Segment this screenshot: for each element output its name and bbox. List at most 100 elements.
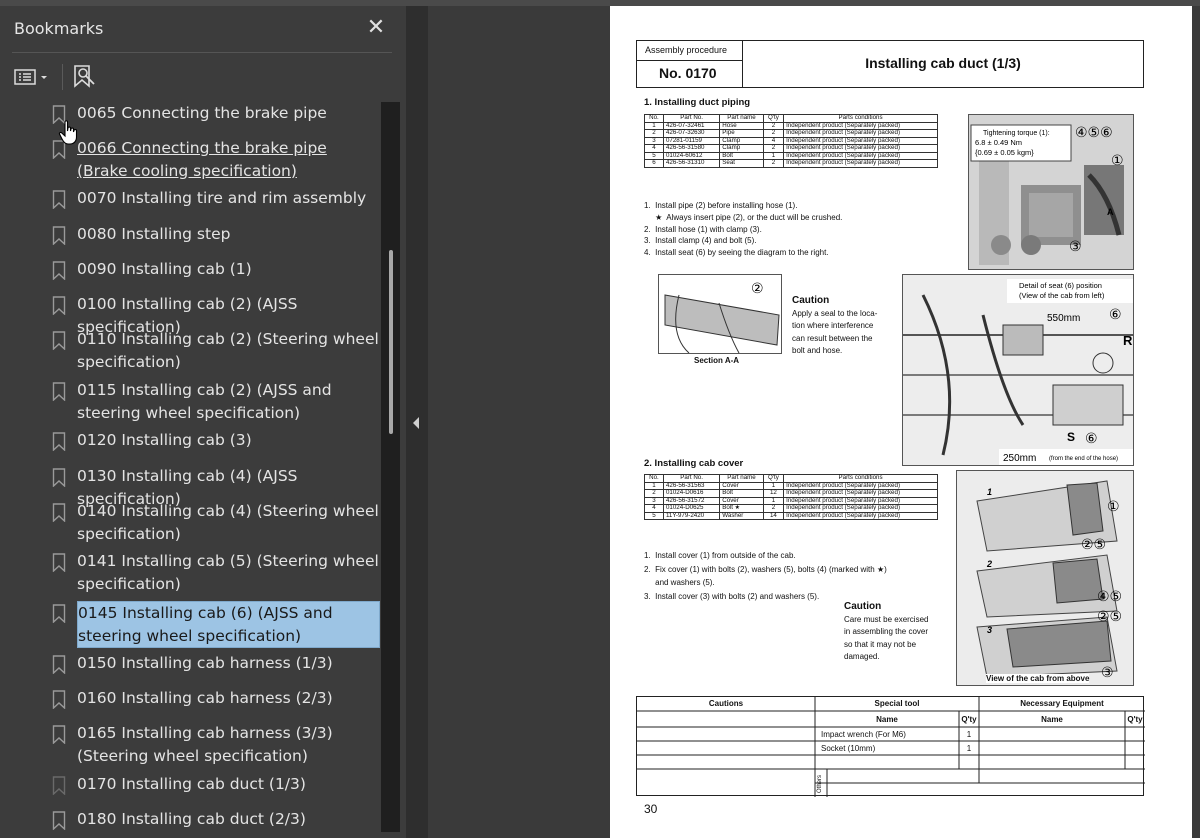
step-line: 2. Install hose (1) with clamp (3). bbox=[644, 224, 762, 234]
table-cell: Independent product (Separately packed) bbox=[783, 129, 938, 138]
table-header-cell: Part No. bbox=[662, 474, 721, 483]
callout-3: ③ bbox=[1101, 665, 1114, 681]
table-cell: Independent product (Separately packed) bbox=[783, 504, 938, 513]
bookmark-item[interactable]: 0180 Installing cab duct (2/3) bbox=[46, 808, 380, 831]
tools-table-grid bbox=[637, 697, 1145, 797]
bookmark-item-selected[interactable]: 0145 Installing cab (6) (AJSS and steeri… bbox=[46, 601, 380, 648]
table-cell: 14 bbox=[762, 511, 785, 520]
callout-456: ④⑤⑥ bbox=[1075, 125, 1113, 141]
table-header-cell: Q'ty bbox=[762, 114, 785, 123]
bookmark-label: 0090 Installing cab (1) bbox=[77, 260, 252, 278]
duct-piping-photo: Tightening torque (1): 6.8 ± 0.49 Nm {0.… bbox=[968, 114, 1134, 270]
bookmark-label: 0066 Connecting the brake pipe (Brake co… bbox=[77, 139, 327, 180]
caution-line: Apply a seal to the loca- bbox=[792, 308, 878, 318]
seat-position-figure: Detail of seat (6) position (View of the… bbox=[902, 274, 1134, 466]
caution-title: Caution bbox=[792, 295, 830, 306]
bookmark-item[interactable]: 0165 Installing cab harness (3/3) (Steer… bbox=[46, 722, 380, 767]
document-scrollbar[interactable] bbox=[1192, 6, 1200, 838]
bookmark-item[interactable]: 0115 Installing cab (2) (AJSS and steeri… bbox=[46, 379, 380, 424]
caution-line: damaged. bbox=[844, 652, 880, 661]
bookmark-icon bbox=[52, 190, 66, 209]
callout-6b: ⑥ bbox=[1085, 431, 1098, 447]
close-icon[interactable]: ✕ bbox=[366, 14, 386, 39]
options-menu-button[interactable] bbox=[14, 62, 58, 92]
procedure-number: No. 0170 bbox=[637, 61, 743, 87]
table-cell: Bolt ★ bbox=[719, 504, 764, 513]
table-header-row: No. Part No. Part name Q'ty Parts conditions bbox=[644, 114, 938, 123]
table-cell: 2 bbox=[762, 144, 785, 153]
callout-r: R bbox=[1123, 333, 1133, 348]
bookmark-item[interactable]: 0140 Installing cab (4) (Steering wheel … bbox=[46, 500, 380, 545]
bookmark-item[interactable]: 0065 Connecting the brake pipe bbox=[46, 102, 380, 125]
bookmark-scrollbar-thumb[interactable] bbox=[389, 250, 393, 434]
callout-1: ① bbox=[1107, 499, 1120, 515]
step-line: and washers (5). bbox=[644, 578, 715, 587]
bookmark-label: 0140 Installing cab (4) (Steering wheel … bbox=[77, 502, 379, 543]
caution-line: can result between the bbox=[792, 333, 873, 343]
table-header-cell: No. bbox=[644, 114, 664, 123]
bookmark-label: 0165 Installing cab harness (3/3) (Steer… bbox=[77, 724, 333, 765]
step-line: 1. Install pipe (2) before installing ho… bbox=[644, 201, 798, 210]
document-page: Assembly procedure No. 0170 Installing c… bbox=[610, 6, 1192, 838]
bookmark-item[interactable]: 0066 Connecting the brake pipe (Brake co… bbox=[46, 137, 380, 182]
bookmark-item[interactable]: 0150 Installing cab harness (1/3) bbox=[46, 652, 380, 675]
callout-6: ⑥ bbox=[1109, 307, 1122, 323]
bookmark-item[interactable]: 0160 Installing cab harness (2/3) bbox=[46, 687, 380, 710]
callout-25b: ②⑤ bbox=[1097, 609, 1122, 625]
dimension-250: 250mm bbox=[1003, 453, 1036, 464]
callout-45: ④⑤ bbox=[1097, 589, 1122, 605]
table-cell: Independent product (Separately packed) bbox=[783, 159, 938, 168]
table-cell: 5 bbox=[644, 511, 664, 520]
cab-cover-figure: 1 2 3 ① ②⑤ ④⑤ ②⑤ ③ bbox=[956, 470, 1134, 686]
table-header-cell: Parts conditions bbox=[783, 114, 938, 123]
table-cell: 4 bbox=[644, 144, 664, 153]
collapse-arrow-icon[interactable] bbox=[413, 417, 419, 429]
bookmark-scrollbar-track[interactable] bbox=[381, 102, 400, 832]
table-header-cell: Part name bbox=[719, 474, 764, 483]
bookmark-icon bbox=[52, 432, 66, 451]
table-cell: 2 bbox=[762, 504, 785, 513]
step-line: 4. Install seat (6) by seeing the diagra… bbox=[644, 248, 829, 258]
section-heading: 2. Installing cab cover bbox=[644, 458, 744, 469]
torque-label: Tightening torque (1): bbox=[983, 130, 1050, 137]
callout-a: A bbox=[1107, 207, 1114, 217]
torque-value: 6.8 ± 0.49 Nm bbox=[975, 138, 1022, 147]
bookmark-label: 0065 Connecting the brake pipe bbox=[77, 104, 327, 122]
step-line: 3. Install clamp (4) and bolt (5). bbox=[644, 236, 757, 246]
bookmark-item[interactable]: 0170 Installing cab duct (1/3) bbox=[46, 773, 380, 796]
bookmark-item[interactable]: 0070 Installing tire and rim assembly bbox=[46, 187, 380, 210]
bookmark-item[interactable]: 0141 Installing cab (5) (Steering wheel … bbox=[46, 550, 380, 595]
callout-3: ③ bbox=[1069, 239, 1082, 255]
table-cell: Bolt bbox=[719, 489, 764, 498]
bookmark-item[interactable]: 0120 Installing cab (3) bbox=[46, 429, 380, 452]
table-cell: Pipe bbox=[719, 129, 764, 138]
tool-name: Socket (10mm) bbox=[821, 744, 876, 753]
instruction-steps: 1. Install cover (1) from outside of the… bbox=[644, 549, 944, 603]
tool-qty: 1 bbox=[966, 730, 972, 739]
view-label: View of the cab from above bbox=[986, 674, 1090, 683]
bookmark-item[interactable]: 0080 Installing step bbox=[46, 223, 380, 246]
bookmark-icon bbox=[52, 690, 66, 709]
section-aa-drawing: ② bbox=[664, 281, 780, 353]
bookmark-icon bbox=[52, 811, 66, 830]
table-cell: 2 bbox=[762, 129, 785, 138]
bookmark-toolbar bbox=[12, 62, 132, 94]
bookmark-item[interactable]: 0110 Installing cab (2) (Steering wheel … bbox=[46, 328, 380, 373]
table-cell: 426-07-32630 bbox=[662, 129, 721, 138]
bookmarks-panel: Bookmarks ✕ 0065 Connecting the brake pi… bbox=[0, 6, 406, 838]
table-cell: 2 bbox=[762, 159, 785, 168]
find-bookmark-button[interactable] bbox=[72, 62, 102, 92]
dimension-550: 550mm bbox=[1047, 313, 1080, 324]
others-label: Others bbox=[817, 774, 823, 793]
section-aa-figure: ② bbox=[658, 274, 782, 354]
table-cell: 6 bbox=[644, 159, 664, 168]
detail-sublabel: (View of the cab from left) bbox=[1019, 291, 1105, 300]
caution-line: bolt and hose. bbox=[792, 346, 843, 355]
table-header-cell: Part No. bbox=[662, 114, 721, 123]
table-row: 4 426-56-31580 Clamp 2 Independent product (… bbox=[644, 144, 938, 153]
bookmark-item[interactable]: 0090 Installing cab (1) bbox=[46, 258, 380, 281]
cab-cover-drawing: 1 2 3 ① ②⑤ ④⑤ ②⑤ ③ bbox=[957, 471, 1133, 685]
detail-label: Detail of seat (6) position bbox=[1019, 281, 1102, 290]
bookmark-icon bbox=[52, 382, 66, 401]
table-row: 2 01024-D0616 Bolt 12 Independent product (S… bbox=[644, 489, 938, 498]
